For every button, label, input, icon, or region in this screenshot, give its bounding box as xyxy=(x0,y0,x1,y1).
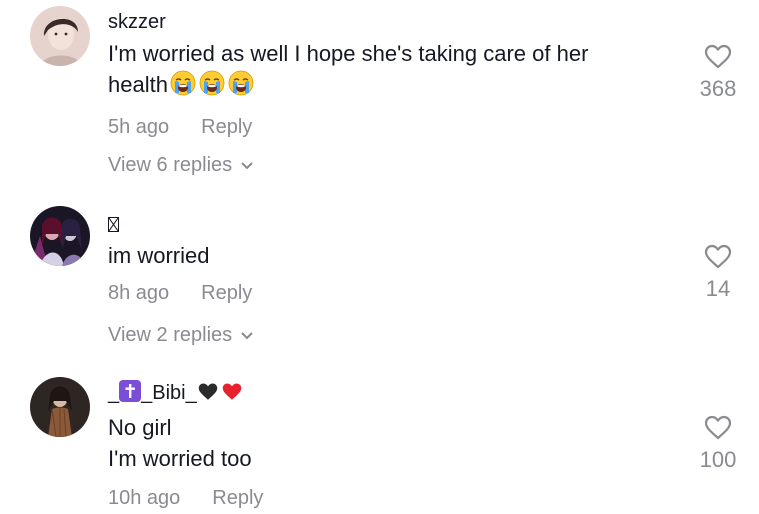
avatar[interactable] xyxy=(30,6,90,66)
like-section: 100 xyxy=(688,415,748,473)
comment-username[interactable] xyxy=(108,212,668,236)
chevron-down-icon xyxy=(240,323,254,347)
comment-username[interactable]: skzzer xyxy=(108,10,668,34)
like-section: 14 xyxy=(688,244,748,302)
comment-username[interactable]: _ _Bibi_ xyxy=(108,380,668,408)
chevron-down-icon xyxy=(240,153,254,177)
comment-text-line-2: I'm worried too xyxy=(108,446,252,471)
red-heart-icon xyxy=(221,382,243,408)
crying-face-emoji-icon xyxy=(227,69,255,105)
black-heart-icon xyxy=(197,382,219,408)
avatar[interactable] xyxy=(30,206,90,266)
latin-cross-icon xyxy=(119,380,142,408)
reply-button[interactable]: Reply xyxy=(201,116,252,138)
reply-button[interactable]: Reply xyxy=(212,487,263,509)
comment-timestamp: 10h ago xyxy=(108,487,181,509)
like-section: 368 xyxy=(688,44,748,102)
username-fragment: _Bibi_ xyxy=(141,382,197,404)
comment-timestamp: 5h ago xyxy=(108,116,170,138)
crying-face-emoji-icon xyxy=(198,69,226,105)
comment-text: No girl I'm worried too xyxy=(108,412,668,474)
comment-text-line-2: health xyxy=(108,69,668,105)
comment-text-line: im worried xyxy=(108,243,210,268)
comment-meta: 5h ago Reply xyxy=(108,115,668,139)
view-replies-label: View 2 replies xyxy=(108,324,233,346)
comment-text: im worried xyxy=(108,240,668,271)
comment-text-line: I'm worried as well I hope she's taking … xyxy=(108,41,589,66)
comment-text-line: No girl xyxy=(108,415,172,440)
comment-meta: 10h ago Reply xyxy=(108,486,668,510)
comment-text-fragment: health xyxy=(108,72,168,97)
comment-timestamp: 8h ago xyxy=(108,282,170,304)
view-replies-button[interactable]: View 2 replies xyxy=(108,323,254,347)
comment-meta: 8h ago Reply xyxy=(108,281,668,305)
comment-text: I'm worried as well I hope she's taking … xyxy=(108,38,668,105)
missing-glyph-icon xyxy=(108,217,119,232)
heart-outline-icon[interactable] xyxy=(704,415,732,441)
view-replies-button[interactable]: View 6 replies xyxy=(108,153,254,177)
like-count: 14 xyxy=(705,276,731,301)
like-count: 368 xyxy=(699,76,737,101)
view-replies-label: View 6 replies xyxy=(108,154,233,176)
crying-face-emoji-icon xyxy=(169,69,197,105)
like-count: 100 xyxy=(699,447,737,472)
reply-button[interactable]: Reply xyxy=(201,282,252,304)
avatar[interactable] xyxy=(30,377,90,437)
username-fragment: _ xyxy=(108,382,120,404)
heart-outline-icon[interactable] xyxy=(704,44,732,70)
heart-outline-icon[interactable] xyxy=(704,244,732,270)
